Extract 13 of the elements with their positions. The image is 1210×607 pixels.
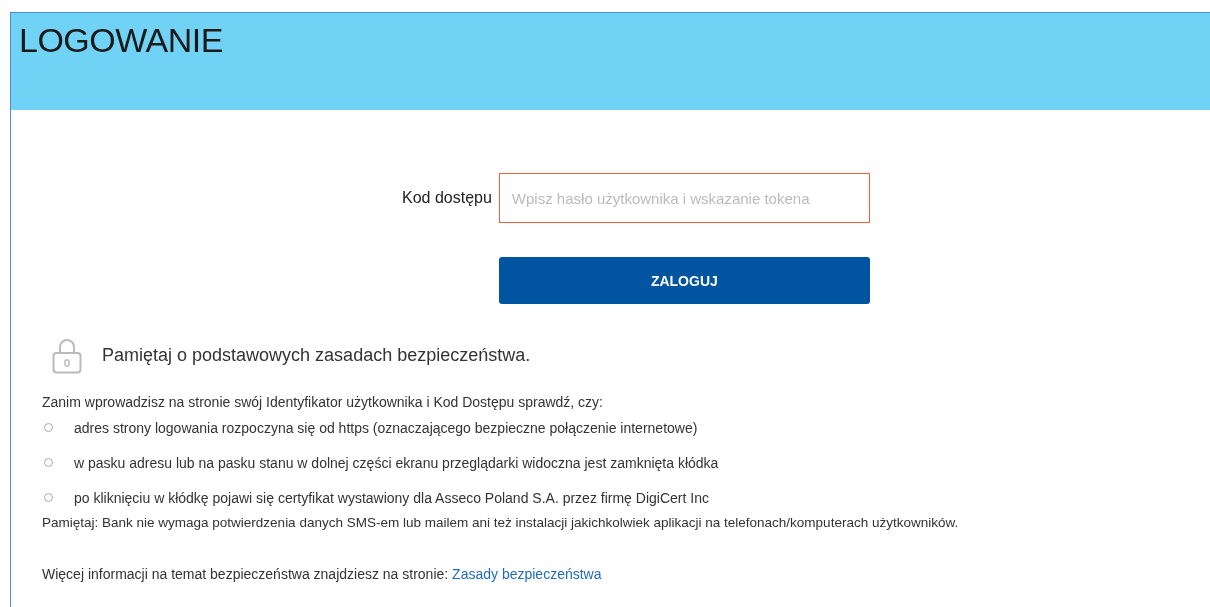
intro-text: Zanim wprowadzisz na stronie swój Identyfikator użytkownika i Kod Dostępu sprawdź, czy:: [42, 394, 604, 410]
field-label: Kod dostępu: [402, 189, 492, 207]
checklist-item: w pasku adresu lub na pasku stanu w dolnej części ekranu przeglądarki widoczna jest zamknięta kłódka: [74, 454, 719, 471]
security-heading: Pamiętaj o podstawowych zasadach bezpieczeństwa.: [102, 345, 531, 366]
warning-text: Pamiętaj: Bank nie wymaga potwierdzenia danych SMS-em lub mailem ani też instalacji jakichkolwiek aplikacji na telefonach/komputerach użytkowników.: [42, 515, 960, 530]
login-button[interactable]: ZALOGUJ: [498, 257, 870, 304]
padlock-icon: [52, 337, 82, 374]
security-rules-link[interactable]: Zasady bezpieczeństwa: [452, 566, 602, 582]
checklist-item: adres strony logowania rozpoczyna się od https (oznaczającego bezpieczne połączenie internetowe): [74, 419, 698, 436]
access-code-field[interactable]: Wpisz hasło użytkownika i wskazanie tokena: [498, 173, 870, 223]
checklist-item: po kliknięciu w kłódkę pojawi się certyfikat wystawiony dla Asseco Poland S.A. przez firmę DigiCert Inc: [74, 489, 709, 506]
more-info-text: Więcej informacji na temat bezpieczeństwa znajdziesz na stronie: Zasady bezpieczeństwa: [42, 566, 603, 582]
page-title: LOGOWANIE: [19, 21, 224, 60]
